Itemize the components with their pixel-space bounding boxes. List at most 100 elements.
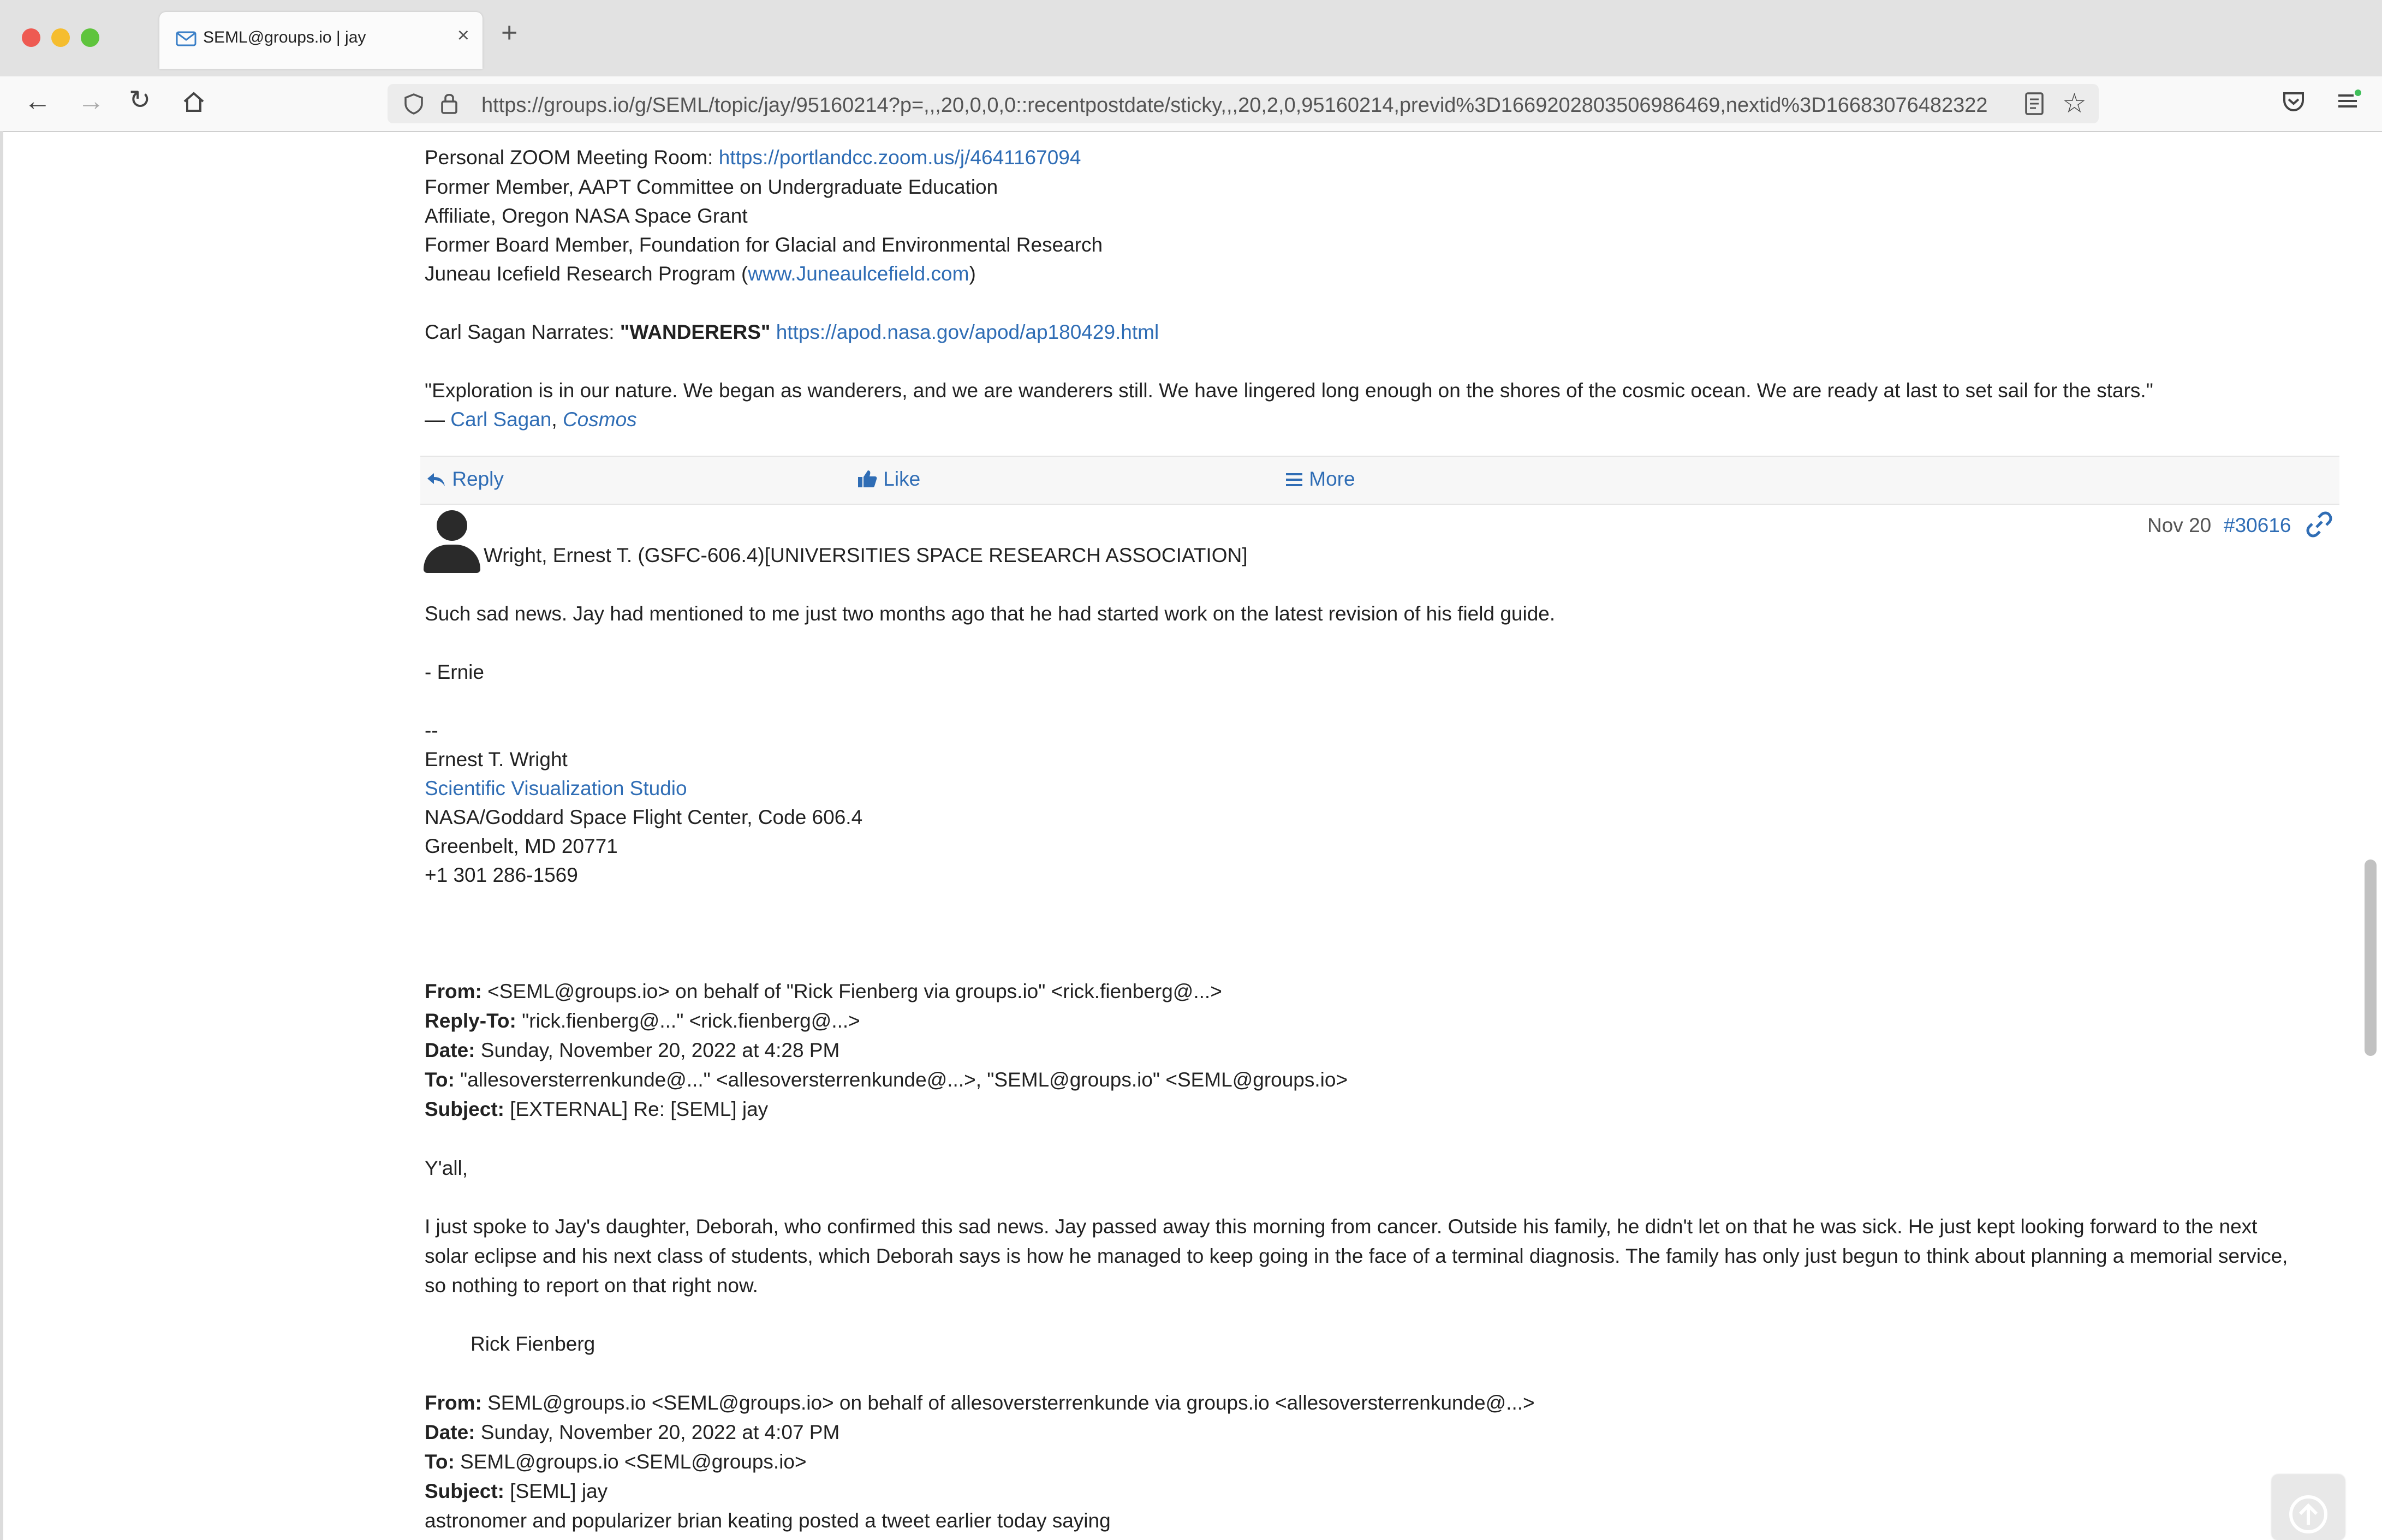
hamburger-icon <box>1286 473 1302 486</box>
zoom-link[interactable]: https://portlandcc.zoom.us/j/4641167094 <box>719 146 1081 169</box>
from-value: SEML@groups.io <SEML@groups.io> on behal… <box>481 1392 1535 1414</box>
cosmos-link[interactable]: Cosmos <box>563 408 637 431</box>
zoom-line: Personal ZOOM Meeting Room: https://port… <box>425 146 1081 169</box>
from-label: From: <box>425 980 482 1002</box>
back-arrow-icon[interactable]: ← <box>24 87 51 115</box>
menu-icon[interactable] <box>2335 88 2362 114</box>
shield-icon[interactable] <box>403 93 425 115</box>
lock-icon[interactable] <box>440 92 458 115</box>
message-date: Nov 20 <box>2147 514 2212 536</box>
quoted-paragraph: solar eclipse and his next class of stud… <box>425 1245 2288 1267</box>
browser-chrome: SEML@groups.io | jay × + ← → ↻ https://g… <box>0 0 2382 132</box>
scroll-to-top-button[interactable] <box>2272 1475 2345 1540</box>
avatar <box>437 510 467 541</box>
juneau-link[interactable]: www.Juneaulcefield.com <box>748 262 969 285</box>
date-value: Sunday, November 20, 2022 at 4:07 PM <box>475 1421 840 1443</box>
to-value: "allesoversterrenkunde@..." <allesoverst… <box>454 1069 1348 1091</box>
reply-label: Reply <box>452 468 504 490</box>
sagan-prefix: Carl Sagan Narrates: <box>425 321 620 343</box>
subject-label: Subject: <box>425 1098 504 1120</box>
url-text[interactable]: https://groups.io/g/SEML/topic/jay/95160… <box>481 94 2026 117</box>
quoted-signoff: Rick Fienberg <box>471 1333 596 1355</box>
quoted-to: To: SEML@groups.io <SEML@groups.io> <box>425 1451 807 1473</box>
quoted-reply-to: Reply-To: "rick.fienberg@..." <rick.fien… <box>425 1010 860 1032</box>
pocket-icon[interactable] <box>2282 89 2306 114</box>
signature-line: Former Board Member, Foundation for Glac… <box>425 234 1103 256</box>
message-action-bar: Reply Like More <box>420 456 2339 505</box>
quote-attribution: — Carl Sagan, Cosmos <box>425 408 637 431</box>
reply-to-value: "rick.fienberg@..." <rick.fienberg@...> <box>516 1010 860 1032</box>
from-label: From: <box>425 1392 482 1414</box>
tab-close-button[interactable]: × <box>457 24 469 47</box>
apod-link[interactable]: https://apod.nasa.gov/apod/ap180429.html <box>776 321 1159 343</box>
to-label: To: <box>425 1451 455 1473</box>
like-button[interactable]: Like <box>857 468 920 491</box>
url-bar[interactable]: https://groups.io/g/SEML/topic/jay/95160… <box>388 84 2099 123</box>
thumbs-up-icon <box>858 470 877 487</box>
quoted-date: Date: Sunday, November 20, 2022 at 4:28 … <box>425 1039 839 1062</box>
quote-separator: , <box>551 408 563 431</box>
tab-bar: SEML@groups.io | jay × + <box>0 0 2382 76</box>
reply-to-label: Reply-To: <box>425 1010 516 1032</box>
reader-view-icon[interactable] <box>2024 92 2045 116</box>
page-content: Personal ZOOM Meeting Room: https://port… <box>0 131 2382 1540</box>
quoted-subject: Subject: [SEML] jay <box>425 1480 608 1503</box>
scrollbar-thumb[interactable] <box>2365 859 2377 1056</box>
signature-line: Former Member, AAPT Committee on Undergr… <box>425 176 998 198</box>
bookmark-star-icon[interactable]: ☆ <box>2062 89 2087 117</box>
tab-title: SEML@groups.io | jay <box>203 28 366 46</box>
juneau-suffix: ) <box>969 262 976 285</box>
signature-separator: -- <box>425 719 438 742</box>
subject-value: [SEML] jay <box>504 1480 608 1502</box>
signature-name: Ernest T. Wright <box>425 748 568 771</box>
subject-label: Subject: <box>425 1480 504 1502</box>
subject-value: [EXTERNAL] Re: [SEML] jay <box>504 1098 769 1120</box>
juneau-line: Juneau Icefield Research Program (www.Ju… <box>425 262 976 285</box>
mail-icon <box>176 31 196 46</box>
juneau-prefix: Juneau Icefield Research Program ( <box>425 262 748 285</box>
sagan-line: Carl Sagan Narrates: "WANDERERS" https:/… <box>425 321 1159 344</box>
home-icon[interactable] <box>181 89 206 115</box>
close-window-button[interactable] <box>22 28 40 47</box>
carl-sagan-link[interactable]: Carl Sagan <box>450 408 551 431</box>
signature-phone: +1 301 286-1569 <box>425 864 578 886</box>
signature-line: Affiliate, Oregon NASA Space Grant <box>425 205 748 227</box>
sender-name: Wright, Ernest T. (GSFC-606.4)[UNIVERSIT… <box>484 544 1248 566</box>
svs-link[interactable]: Scientific Visualization Studio <box>425 777 687 800</box>
quoted-date: Date: Sunday, November 20, 2022 at 4:07 … <box>425 1421 839 1444</box>
maximize-window-button[interactable] <box>81 28 99 47</box>
browser-tab[interactable]: SEML@groups.io | jay × <box>159 12 483 69</box>
quoted-from: From: <SEML@groups.io> on behalf of "Ric… <box>425 980 1222 1003</box>
quoted-body: astronomer and popularizer brian keating… <box>425 1509 1111 1532</box>
new-tab-button[interactable]: + <box>501 19 517 47</box>
like-label: Like <box>883 468 921 490</box>
message-number-link[interactable]: #30616 <box>2224 514 2291 537</box>
forward-arrow-icon[interactable]: → <box>78 87 105 115</box>
more-label: More <box>1309 468 1355 490</box>
reply-icon <box>427 473 445 486</box>
message-signoff: - Ernie <box>425 661 484 683</box>
nav-toolbar: ← → ↻ https://groups.io/g/SEML/topic/jay… <box>0 76 2382 131</box>
signature-line: NASA/Goddard Space Flight Center, Code 6… <box>425 806 863 828</box>
date-value: Sunday, November 20, 2022 at 4:28 PM <box>475 1039 840 1061</box>
quoted-from: From: SEML@groups.io <SEML@groups.io> on… <box>425 1392 1535 1414</box>
sagan-quote: "Exploration is in our nature. We began … <box>425 379 2153 402</box>
avatar-body <box>424 545 480 573</box>
reload-icon[interactable]: ↻ <box>129 87 151 114</box>
date-label: Date: <box>425 1421 475 1443</box>
more-button[interactable]: More <box>1285 468 1355 491</box>
zoom-label: Personal ZOOM Meeting Room: <box>425 146 719 169</box>
to-value: SEML@groups.io <SEML@groups.io> <box>454 1451 807 1473</box>
minimize-window-button[interactable] <box>51 28 70 47</box>
to-label: To: <box>425 1069 455 1091</box>
permalink-icon[interactable] <box>2304 510 2334 539</box>
reply-button[interactable]: Reply <box>426 468 504 491</box>
left-border <box>0 131 3 1540</box>
quoted-paragraph: so nothing to report on that right now. <box>425 1274 758 1297</box>
date-label: Date: <box>425 1039 475 1061</box>
quote-dash: — <box>425 408 451 431</box>
quoted-paragraph: I just spoke to Jay's daughter, Deborah,… <box>425 1215 2258 1238</box>
arrow-up-circle-icon <box>2289 1495 2327 1533</box>
from-value: <SEML@groups.io> on behalf of "Rick Fien… <box>481 980 1222 1002</box>
quoted-subject: Subject: [EXTERNAL] Re: [SEML] jay <box>425 1098 768 1121</box>
